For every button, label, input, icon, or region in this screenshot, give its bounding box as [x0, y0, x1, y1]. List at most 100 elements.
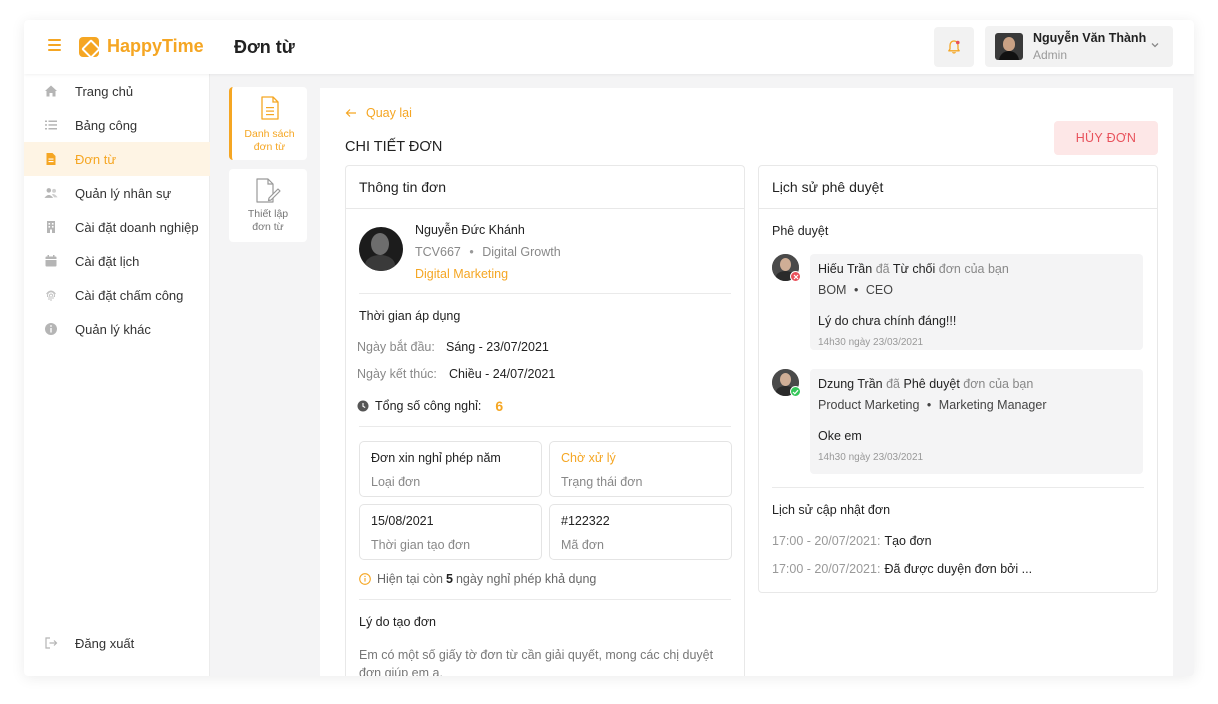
approved-status-icon	[790, 386, 801, 397]
sidebar-item-label: Đơn từ	[75, 151, 117, 167]
user-name: Nguyễn Văn Thành	[1033, 31, 1147, 45]
sidebar-item-label: Quản lý khác	[75, 321, 151, 337]
logout-button[interactable]: Đăng xuất	[24, 626, 210, 660]
sidebar-item-hr[interactable]: Quản lý nhân sự	[24, 176, 210, 210]
history-row: 17:00 - 20/07/2021: Tạo đơn	[772, 534, 932, 548]
note-count: 5	[446, 572, 453, 586]
created-date-label: Thời gian tạo đơn	[371, 538, 471, 552]
approver-position: BOM • CEO	[818, 283, 893, 297]
request-code-label: Mã đơn	[561, 538, 604, 552]
history-time: 17:00 - 20/07/2021:	[772, 534, 881, 548]
approval-section-title: Phê duyệt	[772, 224, 829, 238]
approval-verb: đã	[886, 377, 901, 391]
calendar-icon	[44, 254, 58, 268]
note-prefix: Hiện tại còn	[377, 572, 444, 586]
subnav-request-list[interactable]: Danh sách đơn từ	[229, 87, 307, 160]
approval-timestamp: 14h30 ngày 23/03/2021	[818, 452, 924, 463]
main-content: Quay lại CHI TIẾT ĐƠN HỦY ĐƠN Thông tin …	[320, 88, 1173, 676]
divider	[359, 426, 731, 427]
sidebar-item-calendar-settings[interactable]: Cài đặt lịch	[24, 244, 210, 278]
info-circle-icon	[359, 573, 371, 585]
reason-text: Em có một số giấy tờ đơn từ cần giải quy…	[359, 648, 714, 676]
request-type-label: Loại đơn	[371, 475, 421, 489]
sub-navigation: Danh sách đơn từ Thiết lập đơn từ	[210, 74, 320, 676]
approver-dept: Product Marketing	[818, 398, 920, 412]
request-code-value: #122322	[561, 514, 610, 528]
approver-title: Marketing Manager	[938, 398, 1047, 412]
sidebar-item-label: Quản lý nhân sự	[75, 185, 172, 201]
sidebar-item-attendance-settings[interactable]: Cài đặt chấm công	[24, 278, 210, 312]
panel-heading: Thông tin đơn	[346, 166, 744, 209]
subnav-request-settings[interactable]: Thiết lập đơn từ	[229, 169, 307, 242]
history-action: Đã được duyện đơn bởi ...	[884, 562, 1033, 576]
cancel-request-button[interactable]: HỦY ĐƠN	[1054, 121, 1158, 155]
approver-name: Dzung Trần	[818, 377, 883, 391]
approver-dept: BOM	[818, 283, 847, 297]
clock-icon	[357, 400, 369, 412]
total-days-label: Tổng số công nghỉ:	[375, 399, 482, 413]
request-status-card: Chờ xử lý Trạng thái đơn	[549, 441, 732, 497]
fingerprint-icon	[44, 288, 58, 302]
employee-code: TCV667	[415, 245, 461, 259]
back-link[interactable]: Quay lại	[345, 106, 412, 120]
sidebar-item-other[interactable]: Quản lý khác	[24, 312, 210, 346]
employee-meta: TCV667 • Digital Growth	[415, 245, 561, 259]
employee-team: Digital Growth	[482, 245, 561, 259]
logout-icon	[44, 636, 58, 650]
history-action: Tạo đơn	[884, 534, 932, 548]
status-badge: Chờ xử lý	[561, 451, 616, 465]
top-header: HappyTime Đơn từ Nguyễn Văn Thành Admin	[24, 20, 1194, 74]
approver-position: Product Marketing • Marketing Manager	[818, 398, 1047, 412]
sidebar-item-timesheet[interactable]: Bảng công	[24, 108, 210, 142]
sidebar-item-label: Cài đặt chấm công	[75, 287, 184, 303]
approval-comment: Lý do chưa chính đáng!!!	[818, 314, 957, 328]
start-date-value: Sáng - 23/07/2021	[446, 340, 549, 354]
bell-icon	[948, 40, 960, 54]
total-days-value: 6	[495, 398, 504, 414]
menu-toggle-icon[interactable]	[48, 39, 61, 51]
period-title: Thời gian áp dụng	[359, 309, 461, 323]
sidebar-item-requests[interactable]: Đơn từ	[24, 142, 210, 176]
sidebar-item-company-settings[interactable]: Cài đặt doanh nghiệp	[24, 210, 210, 244]
logo-icon	[79, 36, 99, 57]
building-icon	[44, 220, 58, 234]
request-type-card: Đơn xin nghỉ phép năm Loại đơn	[359, 441, 542, 497]
sidebar-item-label: Trang chủ	[75, 83, 134, 99]
avatar	[995, 33, 1023, 60]
approver-title: CEO	[865, 283, 893, 297]
approval-verb: đã	[875, 262, 890, 276]
approval-action: Phê duyệt	[903, 377, 960, 391]
approval-entry: Hiếu Trần đã Từ chối đơn của bạn BOM • C…	[810, 254, 1143, 350]
rejected-status-icon	[790, 271, 801, 282]
sidebar-item-label: Cài đặt doanh nghiệp	[75, 219, 199, 235]
history-row: 17:00 - 20/07/2021: Đã được duyện đơn bởi…	[772, 562, 1032, 576]
users-icon	[44, 186, 58, 200]
sidebar-item-home[interactable]: Trang chủ	[24, 74, 210, 108]
arrow-left-icon	[345, 109, 356, 117]
app-logo[interactable]: HappyTime	[79, 36, 204, 57]
end-date-label: Ngày kết thúc:	[357, 367, 437, 381]
total-days-off: Tổng số công nghỉ: 6	[357, 398, 503, 414]
approval-summary: Dzung Trần đã Phê duyệt đơn của bạn	[818, 377, 1033, 391]
notification-button[interactable]	[934, 27, 974, 67]
info-icon	[44, 322, 58, 336]
end-date-value: Chiều - 24/07/2021	[449, 367, 556, 381]
request-code-card: #122322 Mã đơn	[549, 504, 732, 560]
sidebar-item-label: Cài đặt lịch	[75, 253, 140, 269]
employee-avatar	[359, 227, 403, 271]
logout-label: Đăng xuất	[75, 635, 135, 651]
chevron-down-icon	[1151, 43, 1159, 48]
approval-timestamp: 14h30 ngày 23/03/2021	[818, 337, 924, 348]
start-date-label: Ngày bắt đầu:	[357, 340, 435, 354]
user-menu[interactable]: Nguyễn Văn Thành Admin	[985, 26, 1173, 67]
approver-avatar	[772, 254, 801, 282]
approver-avatar	[772, 369, 801, 397]
employee-name: Nguyễn Đức Khánh	[415, 223, 525, 237]
approval-suffix: đơn của bạn	[963, 377, 1034, 391]
created-date-card: 15/08/2021 Thời gian tạo đơn	[359, 504, 542, 560]
user-role: Admin	[1033, 48, 1068, 62]
subnav-label-line2: đơn từ	[252, 221, 284, 233]
history-time: 17:00 - 20/07/2021:	[772, 562, 881, 576]
approval-history-panel: Lịch sử phê duyệt Phê duyệt Hiếu Trần đã…	[758, 165, 1158, 593]
document-icon	[44, 152, 58, 166]
